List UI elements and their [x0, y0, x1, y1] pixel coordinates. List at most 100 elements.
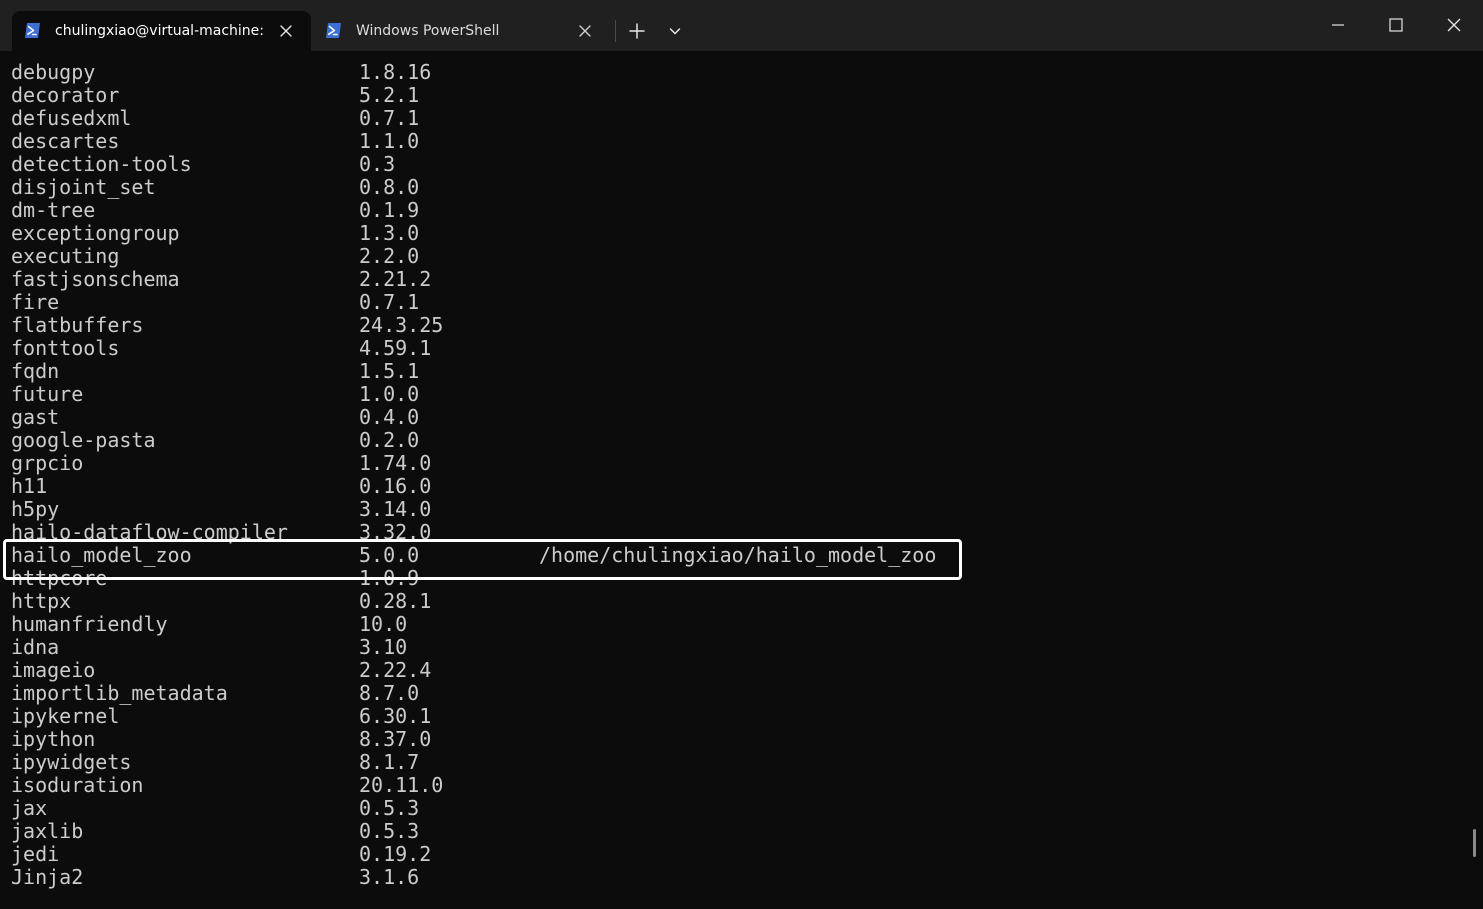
- package-version: 2.2.0: [359, 244, 420, 268]
- package-version: 0.19.2: [359, 842, 432, 866]
- package-name: grpcio: [11, 451, 84, 475]
- package-version: 8.37.0: [359, 727, 432, 751]
- tab-title: Windows PowerShell: [356, 23, 500, 39]
- package-version: 0.7.1: [359, 290, 420, 314]
- tab-title: chulingxiao@virtual-machine:: [55, 23, 263, 39]
- package-version: 3.10: [359, 635, 408, 659]
- package-row: google-pasta 0.2.0: [11, 429, 419, 452]
- package-version: 3.1.6: [359, 865, 420, 889]
- package-row: h11 0.16.0: [11, 474, 431, 498]
- package-version: 0.8.0: [359, 175, 420, 199]
- package-version: 0.7.1: [359, 106, 420, 130]
- package-version: 1.1.0: [359, 129, 420, 153]
- package-row: humanfriendly 10.0: [11, 613, 407, 636]
- package-version: 0.28.1: [359, 589, 432, 613]
- package-row: fire 0.7.1: [11, 291, 419, 314]
- package-version: 2.22.4: [359, 658, 432, 682]
- package-name: h5py: [11, 497, 60, 521]
- package-name: jedi: [11, 842, 60, 866]
- package-name: executing: [11, 244, 120, 268]
- package-row: ipython 8.37.0: [11, 728, 431, 751]
- maximize-button[interactable]: [1367, 0, 1425, 51]
- package-row: idna 3.10: [11, 635, 407, 659]
- package-name: ipywidgets: [11, 750, 132, 774]
- package-version: 0.1.9: [359, 198, 420, 222]
- package-row: exceptiongroup 1.3.0: [11, 222, 419, 245]
- package-row: defusedxml 0.7.1: [11, 107, 419, 130]
- package-version: 24.3.25: [359, 313, 444, 337]
- package-version: 1.5.1: [359, 359, 420, 383]
- package-name: debugpy: [11, 60, 96, 84]
- package-version: 1.8.16: [359, 60, 432, 84]
- package-row: debugpy 1.8.16: [11, 61, 431, 84]
- minimize-icon: [1332, 24, 1344, 26]
- terminal-window: chulingxiao@virtual-machine: Windows Pow…: [0, 0, 1483, 909]
- package-name: future: [11, 382, 84, 406]
- package-name: h11: [11, 474, 48, 498]
- package-name: flatbuffers: [11, 313, 144, 337]
- package-row: decorator 5.2.1: [11, 84, 419, 107]
- package-row: grpcio 1.74.0: [11, 451, 431, 475]
- powershell-icon: [24, 22, 41, 39]
- minimize-button[interactable]: [1309, 0, 1367, 51]
- package-row: imageio 2.22.4: [11, 659, 431, 682]
- package-name: dm-tree: [11, 198, 96, 222]
- package-row: jaxlib 0.5.3: [11, 819, 419, 843]
- package-name: exceptiongroup: [11, 221, 180, 245]
- close-window-button[interactable]: [1425, 0, 1483, 51]
- package-row: descartes 1.1.0: [11, 130, 419, 153]
- package-name: humanfriendly: [11, 612, 168, 636]
- package-version: 3.14.0: [359, 497, 432, 521]
- highlight-annotation-box: [3, 539, 962, 580]
- package-row: flatbuffers 24.3.25: [11, 314, 443, 337]
- package-name: jax: [11, 796, 48, 820]
- close-tab-icon[interactable]: [575, 21, 595, 41]
- package-row: future 1.0.0: [11, 382, 419, 406]
- scrollbar-thumb[interactable]: [1473, 829, 1476, 857]
- package-name: Jinja2: [11, 865, 84, 889]
- package-version: 8.7.0: [359, 681, 420, 705]
- package-name: descartes: [11, 129, 120, 153]
- tab-separator: [615, 20, 616, 42]
- package-name: imageio: [11, 658, 96, 682]
- package-version: 0.5.3: [359, 796, 420, 820]
- package-row: ipykernel 6.30.1: [11, 705, 431, 728]
- package-version: 0.4.0: [359, 405, 420, 429]
- chevron-down-icon[interactable]: [664, 20, 686, 42]
- package-version: 5.2.1: [359, 83, 420, 107]
- package-row: fonttools 4.59.1: [11, 337, 431, 360]
- package-name: httpx: [11, 589, 72, 613]
- package-row: Jinja2 3.1.6: [11, 865, 419, 889]
- package-row: ipywidgets 8.1.7: [11, 751, 419, 774]
- tab-ssh-session[interactable]: chulingxiao@virtual-machine:: [12, 11, 311, 51]
- plus-icon[interactable]: [625, 20, 649, 42]
- maximize-icon: [1389, 18, 1403, 32]
- package-row: fqdn 1.5.1: [11, 360, 419, 383]
- package-version: 0.16.0: [359, 474, 432, 498]
- package-row: httpx 0.28.1: [11, 589, 431, 613]
- package-name: ipython: [11, 727, 96, 751]
- package-name: jaxlib: [11, 819, 84, 843]
- package-version: 0.3: [359, 152, 396, 176]
- package-version: 1.0.0: [359, 382, 420, 406]
- package-name: importlib_metadata: [11, 681, 228, 705]
- package-name: decorator: [11, 83, 120, 107]
- package-row: jax 0.5.3: [11, 796, 419, 820]
- title-bar[interactable]: chulingxiao@virtual-machine: Windows Pow…: [0, 0, 1483, 51]
- powershell-icon: [325, 22, 342, 39]
- package-version: 4.59.1: [359, 336, 432, 360]
- package-row: importlib_metadata 8.7.0: [11, 682, 419, 705]
- package-name: isoduration: [11, 773, 144, 797]
- package-name: disjoint_set: [11, 175, 156, 199]
- package-version: 6.30.1: [359, 704, 432, 728]
- package-name: ipykernel: [11, 704, 120, 728]
- package-name: google-pasta: [11, 428, 156, 452]
- package-version: 2.21.2: [359, 267, 432, 291]
- tab-windows-powershell[interactable]: Windows PowerShell: [313, 11, 609, 51]
- package-row: dm-tree 0.1.9: [11, 199, 419, 222]
- package-version: 20.11.0: [359, 773, 444, 797]
- package-name: gast: [11, 405, 60, 429]
- close-tab-icon[interactable]: [276, 21, 296, 41]
- package-name: idna: [11, 635, 60, 659]
- terminal-output[interactable]: debugpy 1.8.16 decorator 5.2.1 defusedxm…: [0, 51, 1483, 909]
